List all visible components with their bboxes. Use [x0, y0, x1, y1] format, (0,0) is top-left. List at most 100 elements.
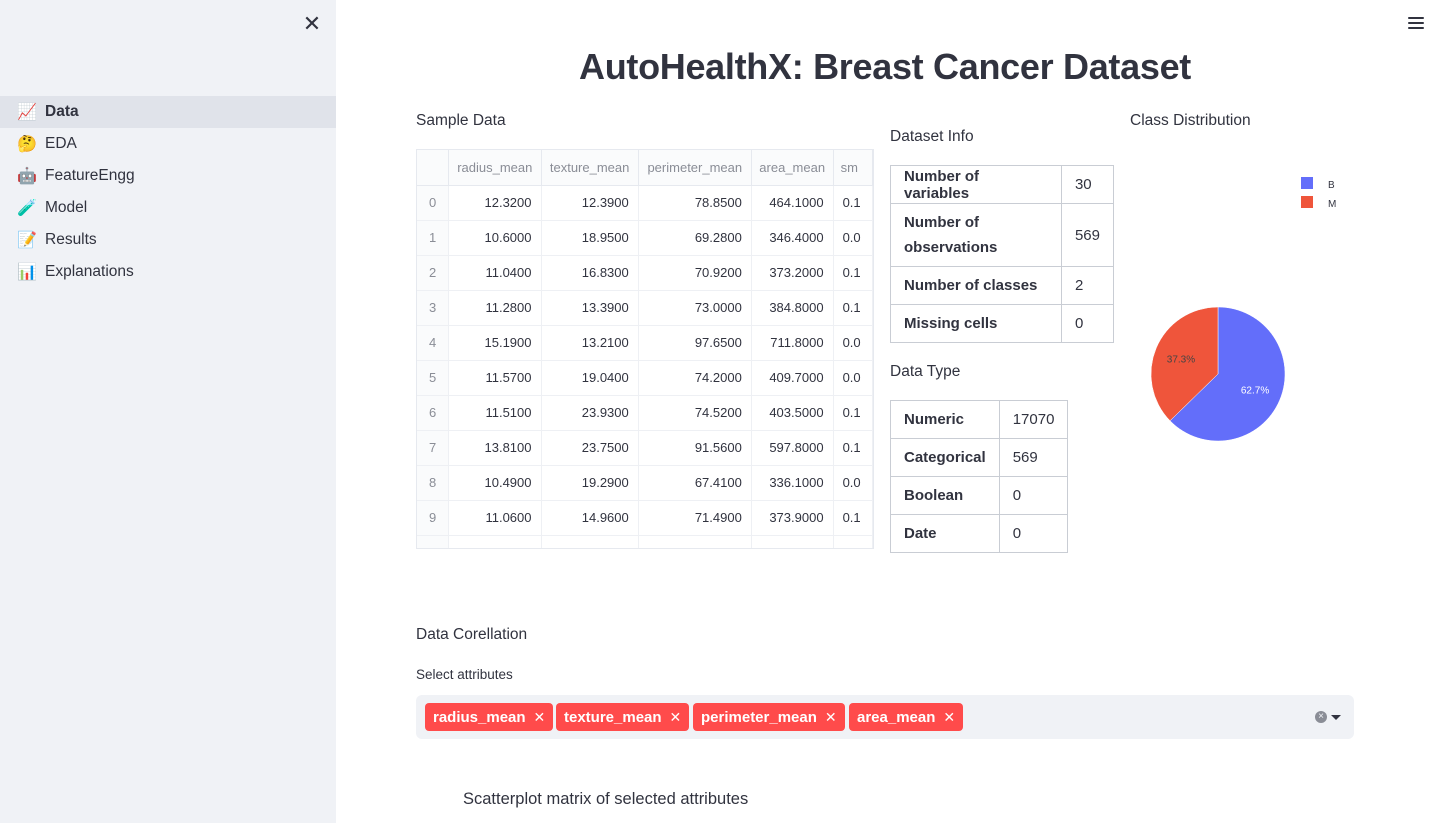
pie-slice-label: 37.3% [1167, 354, 1195, 365]
table-row: Number of classes 2 [890, 266, 1115, 305]
sample-data-table[interactable]: radius_mean texture_mean perimeter_mean … [416, 149, 874, 549]
row-index: 6 [417, 395, 450, 431]
table-row[interactable]: 5 11.5700 19.0400 74.2000 409.7000 0.0 [417, 360, 873, 396]
column-header[interactable]: sm [833, 150, 873, 186]
info-value: 2 [1060, 266, 1115, 305]
table-row[interactable]: 4 15.1900 13.2100 97.6500 711.8000 0.0 [417, 325, 873, 361]
info-value: 30 [1060, 165, 1115, 204]
class-distribution-pie-chart[interactable]: 62.7% 37.3% BM [1130, 165, 1354, 465]
row-index: 1 [417, 220, 450, 256]
table-cell: 10.4900 [448, 465, 542, 501]
table-cell: 0.1 [833, 430, 873, 466]
info-key: Numeric [890, 400, 1000, 439]
legend-swatch[interactable] [1301, 196, 1313, 208]
selected-attribute-tag[interactable]: area_mean ✕ [849, 703, 964, 731]
table-cell: 0.1 [833, 395, 873, 431]
clear-selection-icon[interactable]: × [1315, 711, 1327, 723]
table-row[interactable]: 2 11.0400 16.8300 70.9200 373.2000 0.1 [417, 255, 873, 291]
dataset-info-label: Dataset Info [890, 128, 974, 145]
table-cell: 74.5200 [638, 395, 752, 431]
table-cell: 23.7500 [541, 430, 639, 466]
chart-increasing-icon: 📈 [17, 102, 37, 121]
table-cell: 13.8100 [448, 430, 542, 466]
sidebar-item-results[interactable]: 📝 Results [0, 224, 336, 256]
table-cell: 97.6500 [638, 325, 752, 361]
table-cell [833, 535, 873, 548]
sidebar-item-model[interactable]: 🧪 Model [0, 192, 336, 224]
legend-label[interactable]: M [1328, 199, 1336, 210]
table-row[interactable]: 8 10.4900 19.2900 67.4100 336.1000 0.0 [417, 465, 873, 501]
remove-tag-icon[interactable]: ✕ [825, 709, 837, 726]
remove-tag-icon[interactable]: ✕ [943, 709, 955, 726]
row-index: 4 [417, 325, 450, 361]
table-cell: 13.2100 [541, 325, 639, 361]
table-cell: 0.1 [833, 185, 873, 221]
column-header[interactable]: area_mean [751, 150, 834, 186]
row-index: 0 [417, 185, 450, 221]
info-key: Number of variables [890, 165, 1062, 204]
table-cell: 19.2900 [541, 465, 639, 501]
table-cell: 71.4900 [638, 500, 752, 536]
selected-attribute-tag[interactable]: perimeter_mean ✕ [693, 703, 845, 731]
legend-label[interactable]: B [1328, 180, 1335, 191]
table-row[interactable]: 9 11.0600 14.9600 71.4900 373.9000 0.1 [417, 500, 873, 536]
row-index: 8 [417, 465, 450, 501]
info-value: 0 [998, 476, 1069, 515]
close-icon[interactable]: ✕ [302, 13, 322, 35]
legend-swatch[interactable] [1301, 177, 1313, 189]
table-cell: 403.5000 [751, 395, 834, 431]
remove-tag-icon[interactable]: ✕ [670, 709, 682, 726]
row-index: 3 [417, 290, 450, 326]
table-row[interactable]: 1 10.6000 18.9500 69.2800 346.4000 0.0 [417, 220, 873, 256]
info-value: 0 [1060, 304, 1115, 343]
table-cell: 346.4000 [751, 220, 834, 256]
selected-attribute-tag[interactable]: radius_mean ✕ [425, 703, 554, 731]
column-header[interactable]: texture_mean [541, 150, 639, 186]
sidebar-item-explanations[interactable]: 📊 Explanations [0, 256, 336, 288]
sidebar-nav: 📈 Data 🤔 EDA 🤖 FeatureEngg 🧪 Model 📝 Res… [0, 96, 336, 288]
sidebar-item-eda[interactable]: 🤔 EDA [0, 128, 336, 160]
table-cell: 23.9300 [541, 395, 639, 431]
table-cell [638, 535, 752, 548]
select-attributes-label: Select attributes [416, 667, 513, 682]
column-header[interactable]: radius_mean [448, 150, 542, 186]
table-row: Boolean 0 [890, 476, 1069, 515]
sidebar-item-featureengg[interactable]: 🤖 FeatureEngg [0, 160, 336, 192]
chevron-down-icon[interactable] [1331, 715, 1341, 720]
table-cell: 373.9000 [751, 500, 834, 536]
table-cell: 464.1000 [751, 185, 834, 221]
table-cell [751, 535, 834, 548]
table-cell: 409.7000 [751, 360, 834, 396]
table-cell: 74.2000 [638, 360, 752, 396]
table-row[interactable]: 3 11.2800 13.3900 73.0000 384.8000 0.1 [417, 290, 873, 326]
column-header-index [417, 150, 450, 186]
table-cell: 0.1 [833, 255, 873, 291]
pie-slice-label: 62.7% [1241, 386, 1269, 397]
test-tube-icon: 🧪 [17, 198, 37, 217]
table-cell: 69.2800 [638, 220, 752, 256]
table-row[interactable]: 6 11.5100 23.9300 74.5200 403.5000 0.1 [417, 395, 873, 431]
remove-tag-icon[interactable]: ✕ [534, 709, 546, 726]
sidebar-item-data[interactable]: 📈 Data [0, 96, 336, 128]
table-cell: 13.3900 [541, 290, 639, 326]
table-cell: 11.0400 [448, 255, 542, 291]
table-cell: 12.3200 [448, 185, 542, 221]
sidebar-item-label: EDA [45, 135, 77, 152]
selected-attribute-tag[interactable]: texture_mean ✕ [556, 703, 690, 731]
table-cell: 10.6000 [448, 220, 542, 256]
table-row[interactable]: 0 12.3200 12.3900 78.8500 464.1000 0.1 [417, 185, 873, 221]
table-cell: 0.0 [833, 220, 873, 256]
table-row: Number of observations 569 [890, 203, 1115, 267]
class-distribution-label: Class Distribution [1130, 112, 1251, 129]
column-header[interactable]: perimeter_mean [638, 150, 752, 186]
hamburger-menu-icon[interactable] [1406, 14, 1426, 32]
row-index: 2 [417, 255, 450, 291]
table-cell: 11.0600 [448, 500, 542, 536]
tag-label: radius_mean [433, 708, 526, 726]
attribute-multiselect[interactable]: radius_mean ✕ texture_mean ✕ perimeter_m… [416, 695, 1354, 739]
table-row: Date 0 [890, 514, 1069, 553]
memo-icon: 📝 [17, 230, 37, 249]
table-row[interactable]: 7 13.8100 23.7500 91.5600 597.8000 0.1 [417, 430, 873, 466]
info-value: 17070 [998, 400, 1069, 439]
table-cell: 11.2800 [448, 290, 542, 326]
